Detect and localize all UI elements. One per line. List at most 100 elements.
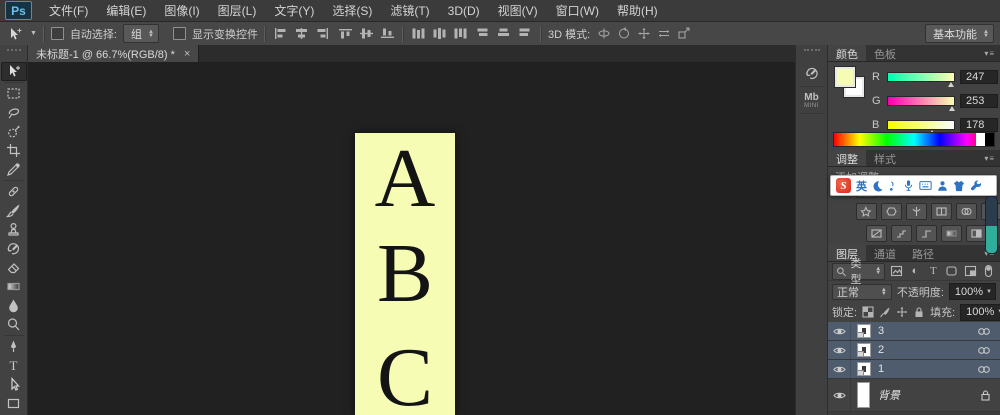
tool-quick-selection[interactable] [1, 122, 27, 141]
distribute-right-edges-icon[interactable] [517, 26, 534, 41]
dock-grip[interactable] [803, 49, 820, 56]
tool-brush[interactable] [1, 201, 27, 220]
ime-microphone-icon[interactable] [903, 179, 914, 192]
canvas-area[interactable]: A B C [28, 62, 795, 415]
layer-visibility-toggle[interactable] [828, 379, 851, 411]
tool-preset-caret-icon[interactable]: ▼ [30, 30, 37, 37]
tool-rectangular-marquee[interactable] [1, 84, 27, 103]
menu-window[interactable]: 窗口(W) [547, 0, 608, 22]
layer-row-1[interactable]: 1 [828, 360, 1000, 379]
ime-skin-shirt-icon[interactable] [953, 180, 965, 192]
green-channel-value[interactable]: 253 [960, 94, 998, 108]
color-spectrum-ramp[interactable] [833, 132, 995, 147]
tool-lasso[interactable] [1, 103, 27, 122]
distribute-vertical-centers-icon[interactable] [431, 26, 448, 41]
toolbox-grip[interactable] [6, 49, 21, 57]
tool-crop[interactable] [1, 141, 27, 160]
tab-paths[interactable]: 路径 [904, 245, 942, 261]
foreground-color-swatch[interactable] [835, 67, 855, 87]
align-horizontal-centers-icon[interactable] [293, 26, 310, 41]
ime-toolbox-wrench-icon[interactable] [970, 179, 982, 192]
ime-punctuation-icon[interactable] [888, 180, 898, 192]
menu-layer[interactable]: 图层(L) [209, 0, 266, 22]
filter-type-dropdown[interactable]: 类型 [832, 258, 886, 286]
align-bottom-edges-icon[interactable] [379, 26, 396, 41]
tool-clone-stamp[interactable] [1, 220, 27, 239]
layer-visibility-toggle[interactable] [828, 322, 851, 340]
green-channel-slider[interactable] [887, 96, 956, 111]
red-channel-slider[interactable] [887, 72, 955, 87]
menu-3d[interactable]: 3D(D) [439, 0, 489, 22]
3d-drag-icon[interactable] [636, 26, 652, 41]
history-panel-icon[interactable] [798, 60, 825, 87]
document-tab[interactable]: 未标题-1 @ 66.7%(RGB/8) * × [28, 45, 200, 62]
filter-adjustment-layers-icon[interactable]: ◐ [908, 265, 922, 277]
tool-gradient[interactable] [1, 277, 27, 296]
blue-channel-slider[interactable] [887, 120, 955, 135]
tool-move[interactable] [0, 62, 27, 81]
lock-transparent-pixels-icon[interactable] [862, 306, 874, 318]
panel-menu-icon[interactable] [979, 150, 1000, 166]
menu-help[interactable]: 帮助(H) [608, 0, 667, 22]
selective-color-icon[interactable] [966, 225, 987, 242]
tool-horizontal-type[interactable]: T [1, 356, 27, 375]
layer-name[interactable]: 2 [878, 344, 884, 356]
3d-roll-icon[interactable] [616, 26, 632, 41]
tab-color[interactable]: 颜色 [828, 45, 866, 61]
tab-styles[interactable]: 样式 [866, 150, 904, 166]
menu-select[interactable]: 选择(S) [323, 0, 381, 22]
layer-row-2[interactable]: 2 [828, 341, 1000, 360]
filter-smart-objects-icon[interactable] [963, 265, 977, 277]
invert-icon[interactable] [866, 225, 887, 242]
filter-pixel-layers-icon[interactable] [889, 265, 903, 277]
mini-bridge-icon[interactable]: Mb MINI [798, 87, 825, 114]
menu-type[interactable]: 文字(Y) [265, 0, 323, 22]
panel-menu-icon[interactable] [979, 45, 1000, 61]
lock-position-icon[interactable] [896, 306, 908, 318]
tool-history-brush[interactable] [1, 239, 27, 258]
menu-view[interactable]: 视图(V) [489, 0, 547, 22]
ime-keyboard-icon[interactable] [919, 180, 932, 191]
photo-filter-icon[interactable] [956, 203, 977, 220]
black-white-icon[interactable] [931, 203, 952, 220]
tool-pen[interactable] [1, 337, 27, 356]
3d-scale-icon[interactable] [676, 26, 692, 41]
document-canvas[interactable]: A B C [355, 133, 455, 415]
move-tool-preset-icon[interactable] [6, 26, 24, 42]
hue-saturation-icon[interactable] [881, 203, 902, 220]
ime-handwriting-person-icon[interactable] [937, 180, 948, 192]
auto-select-dropdown[interactable]: 组 [123, 24, 159, 43]
menu-file[interactable]: 文件(F) [40, 0, 97, 22]
workspace-switcher[interactable]: 基本功能 [925, 24, 994, 43]
spectrum-white-swatch[interactable] [976, 133, 985, 146]
menu-filter[interactable]: 滤镜(T) [381, 0, 438, 22]
filter-shape-layers-icon[interactable] [945, 265, 959, 277]
tool-blur[interactable] [1, 296, 27, 315]
layer-name[interactable]: 1 [878, 363, 884, 375]
lock-all-icon[interactable] [913, 306, 925, 318]
layer-visibility-toggle[interactable] [828, 360, 851, 378]
tab-channels[interactable]: 通道 [866, 245, 904, 261]
align-left-edges-icon[interactable] [272, 26, 289, 41]
lock-image-pixels-icon[interactable] [879, 306, 891, 318]
distribute-top-edges-icon[interactable] [410, 26, 427, 41]
scrollbar-thumb[interactable] [985, 196, 998, 254]
tab-swatches[interactable]: 色板 [866, 45, 904, 61]
menu-image[interactable]: 图像(I) [155, 0, 208, 22]
ime-language-mode[interactable]: 英 [856, 178, 867, 194]
vibrance-icon[interactable] [856, 203, 877, 220]
menu-edit[interactable]: 编辑(E) [97, 0, 155, 22]
layer-name[interactable]: 背景 [878, 387, 900, 403]
blend-mode-dropdown[interactable]: 正常 [832, 283, 892, 300]
layer-thumbnail[interactable] [857, 343, 871, 357]
layer-thumbnail[interactable] [857, 362, 871, 376]
tab-adjustments[interactable]: 调整 [828, 150, 866, 166]
sogou-logo-icon[interactable]: S [836, 178, 851, 193]
posterize-icon[interactable] [891, 225, 912, 242]
filter-type-layers-icon[interactable]: T [926, 265, 940, 277]
ime-fullhalf-moon-icon[interactable] [872, 180, 883, 192]
layer-row-background[interactable]: 背景 [828, 379, 1000, 412]
align-vertical-centers-icon[interactable] [358, 26, 375, 41]
3d-rotate-icon[interactable] [596, 26, 612, 41]
green-slider-thumb[interactable] [949, 106, 956, 111]
